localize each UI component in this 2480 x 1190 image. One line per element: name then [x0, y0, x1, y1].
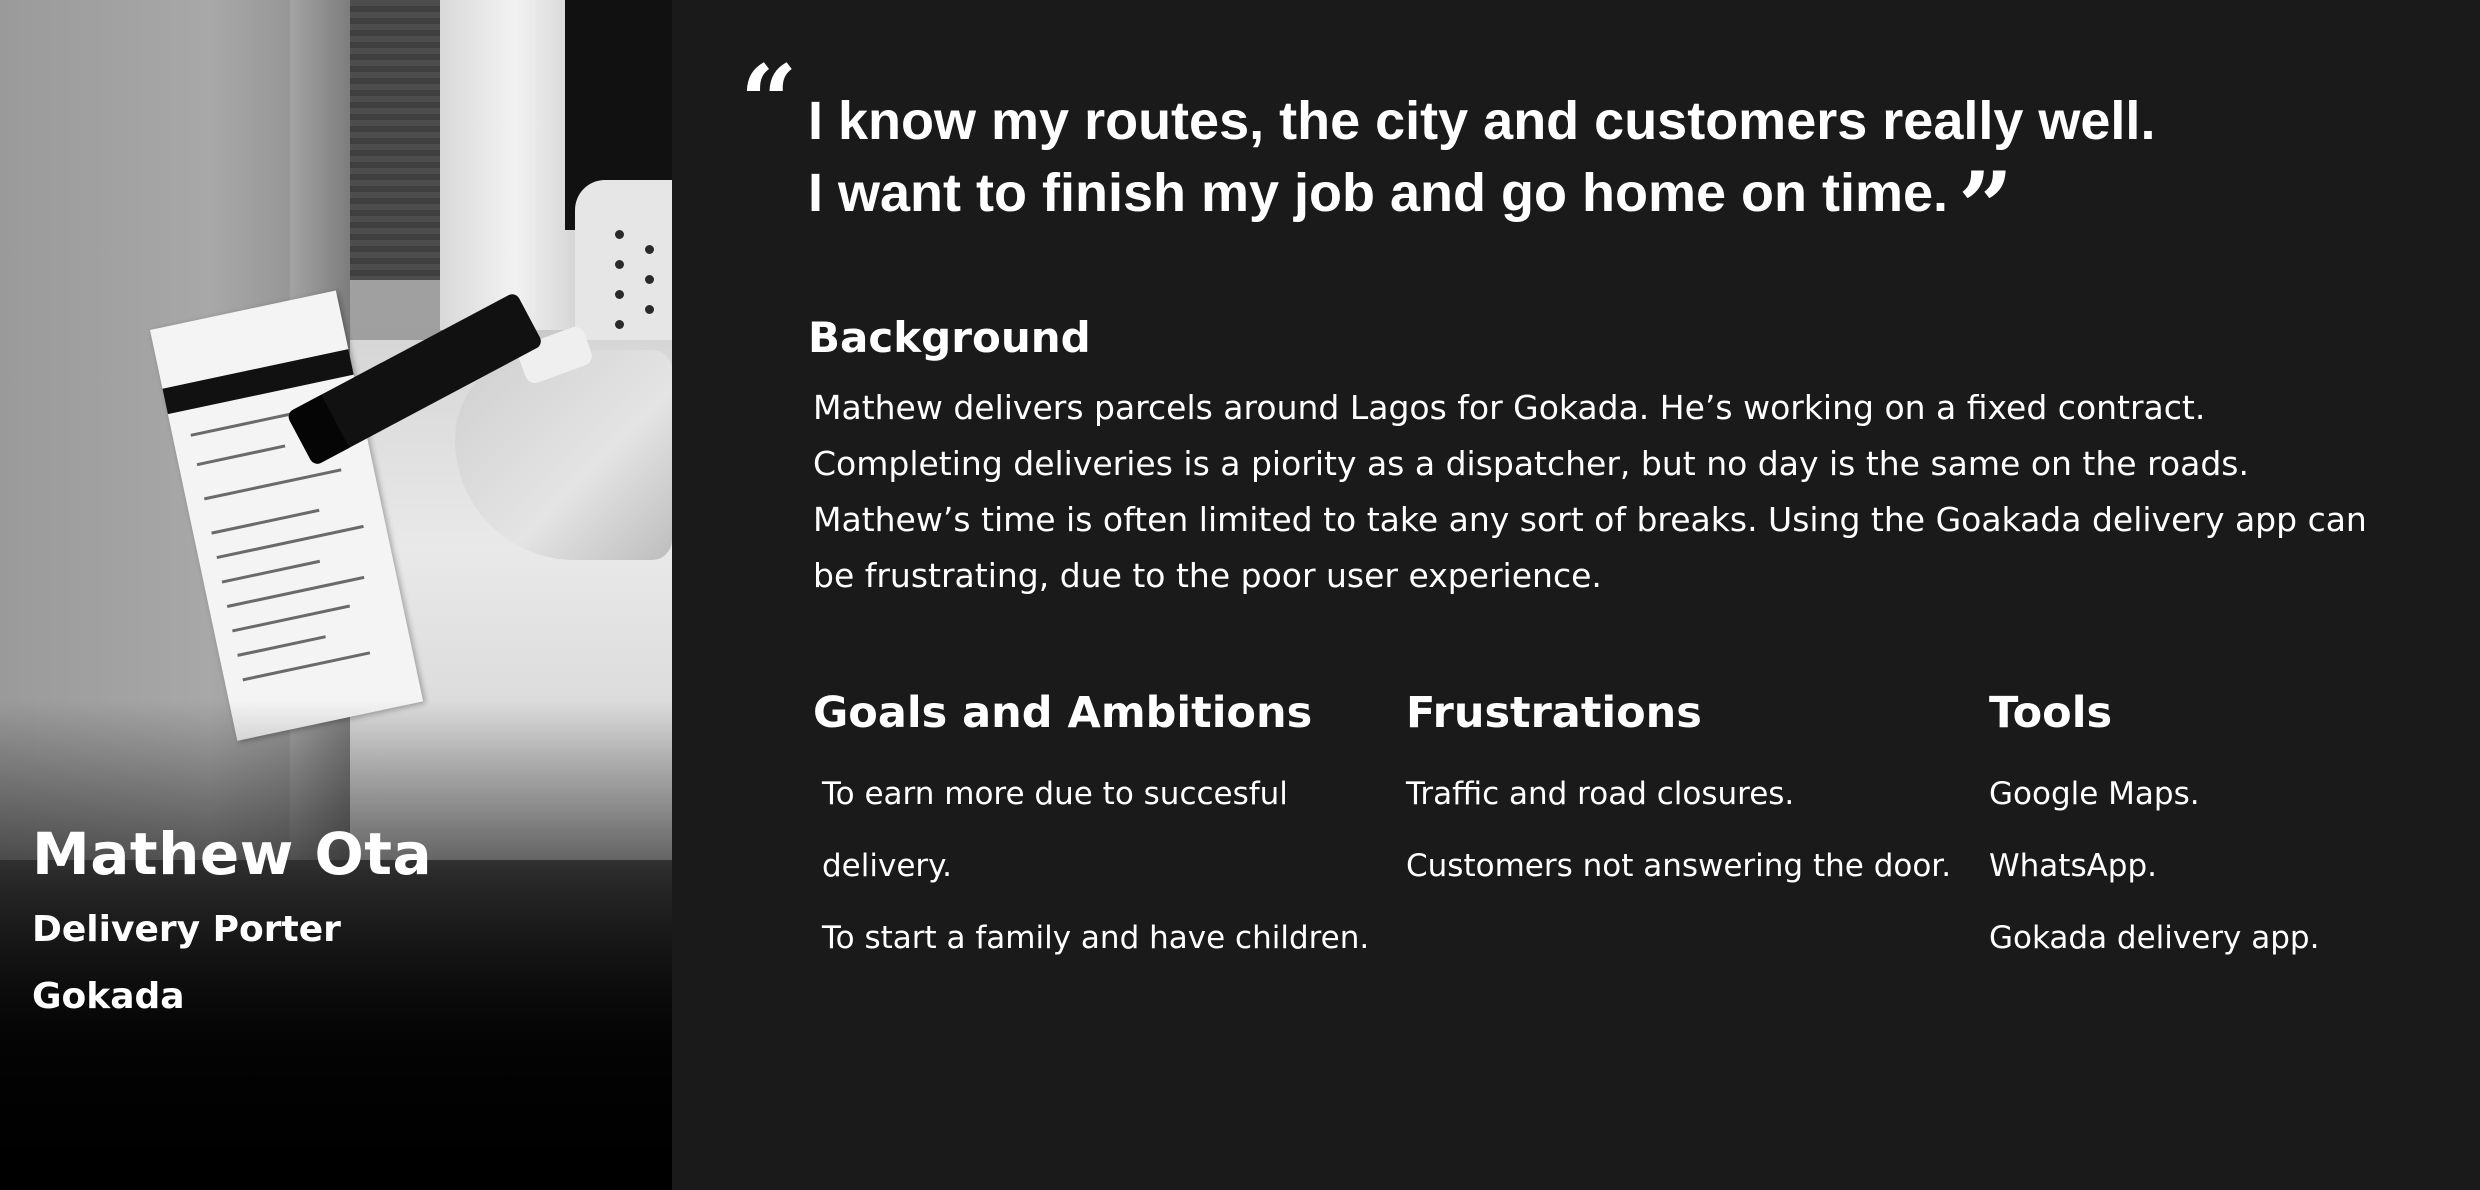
goal-item: To earn more due to succesful delivery. [822, 776, 1288, 884]
persona-company: Gokada [32, 976, 185, 1017]
quote-line-2: I want to finish my job and go home on t… [808, 163, 1949, 223]
tools-title: Tools [1989, 688, 2113, 738]
quote-line-1: I know my routes, the city and customers… [808, 91, 2156, 151]
background-title: Background [808, 313, 1091, 362]
persona-name: Mathew Ota [32, 820, 433, 888]
photo-cup [575, 180, 672, 350]
tool-item: WhatsApp. [1989, 848, 2158, 884]
background-text: Mathew delivers parcels around Lagos for… [813, 388, 2367, 595]
goals-list: To earn more due to succesful delivery. … [822, 758, 1382, 974]
frustrations-list: Traffic and road closures. Customers not… [1406, 758, 1976, 902]
goals-title: Goals and Ambitions [813, 688, 1313, 738]
persona-card: Mathew Ota Delivery Porter Gokada “ I kn… [0, 0, 2480, 1190]
tool-item: Google Maps. [1989, 776, 2200, 812]
persona-role: Delivery Porter [32, 909, 341, 950]
persona-photo: Mathew Ota Delivery Porter Gokada [0, 0, 672, 1190]
close-quote-icon: ” [1958, 151, 2014, 264]
frustration-item: Traffic and road closures. [1406, 776, 1795, 812]
persona-quote: I know my routes, the city and customers… [808, 85, 2308, 256]
frustrations-title: Frustrations [1406, 688, 1702, 738]
tools-list: Google Maps. WhatsApp. Gokada delivery a… [1989, 758, 2439, 974]
tool-item: Gokada delivery app. [1989, 920, 2320, 956]
frustration-item: Customers not answering the door. [1406, 848, 1952, 884]
open-quote-icon: “ [740, 43, 798, 161]
goal-item: To start a family and have children. [822, 920, 1370, 956]
